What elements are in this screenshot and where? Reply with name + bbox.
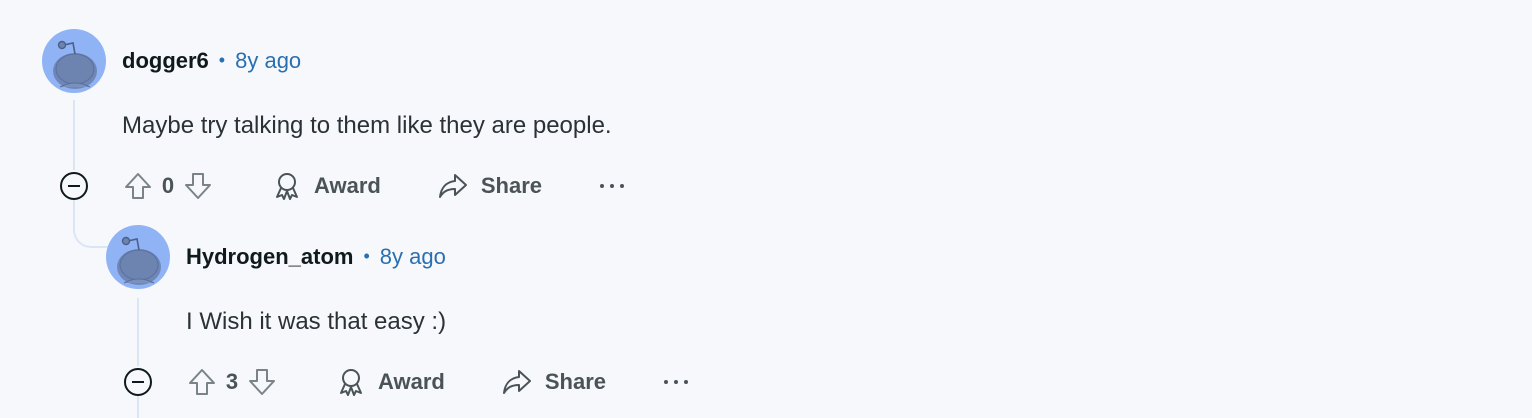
award-label: Award — [314, 173, 381, 198]
comment-body: I Wish it was that easy :) — [186, 308, 447, 335]
award-icon — [276, 173, 298, 200]
award-icon — [340, 369, 362, 396]
avatar[interactable] — [106, 225, 170, 289]
award-button[interactable]: Award — [336, 367, 445, 397]
comment-meta: Hydrogen_atom • 8y ago — [186, 244, 446, 270]
upvote-button[interactable] — [184, 364, 220, 400]
comment-meta: dogger6 • 8y ago — [122, 48, 301, 74]
share-button[interactable]: Share — [501, 367, 606, 397]
meta-separator: • — [363, 246, 370, 266]
comment-body: Maybe try talking to them like they are … — [122, 112, 612, 139]
thread-line-connector — [73, 200, 109, 248]
more-options-dot — [674, 380, 678, 384]
timestamp[interactable]: 8y ago — [380, 244, 446, 270]
share-label: Share — [544, 369, 606, 394]
more-options-icon — [664, 380, 668, 384]
collapse-minus-icon — [68, 185, 80, 187]
downvote-arrow-icon — [185, 173, 211, 199]
more-options-button[interactable] — [664, 370, 688, 394]
meta-separator: • — [218, 50, 226, 70]
upvote-arrow-icon — [125, 173, 151, 199]
upvote-arrow-icon — [189, 369, 215, 395]
author-name[interactable]: dogger6 — [122, 48, 209, 74]
collapse-minus-icon — [132, 381, 144, 383]
thread-line — [73, 100, 75, 170]
award-label: Award — [378, 369, 445, 394]
thread-line — [137, 396, 139, 418]
author-name[interactable]: Hydrogen_atom — [186, 244, 353, 270]
more-options-dot — [620, 184, 624, 188]
share-arrow-icon — [438, 174, 467, 198]
avatar[interactable] — [42, 29, 106, 93]
thread-line — [137, 298, 139, 366]
more-options-dot — [684, 380, 688, 384]
share-arrow-icon — [502, 370, 531, 394]
more-options-dot — [610, 184, 614, 188]
vote-score: 0 — [161, 173, 175, 198]
downvote-arrow-icon — [249, 369, 275, 395]
award-button[interactable]: Award — [272, 171, 381, 201]
downvote-button[interactable] — [244, 364, 280, 400]
comment-actions: 3 Award Share — [184, 362, 688, 402]
reddit-snoo-avatar-icon — [53, 40, 97, 89]
more-options-button[interactable] — [600, 174, 624, 198]
downvote-button[interactable] — [180, 168, 216, 204]
comment-actions: 0 Award Share — [120, 166, 624, 206]
collapse-thread-button[interactable] — [124, 368, 152, 396]
more-options-icon — [600, 184, 604, 188]
timestamp[interactable]: 8y ago — [235, 48, 301, 74]
share-button[interactable]: Share — [437, 171, 542, 201]
share-label: Share — [480, 173, 542, 198]
vote-score: 3 — [225, 369, 239, 394]
upvote-button[interactable] — [120, 168, 156, 204]
comment-thread: dogger6 • 8y ago Maybe try talking to th… — [0, 0, 1532, 418]
reddit-snoo-avatar-icon — [117, 236, 161, 285]
collapse-thread-button[interactable] — [60, 172, 88, 200]
